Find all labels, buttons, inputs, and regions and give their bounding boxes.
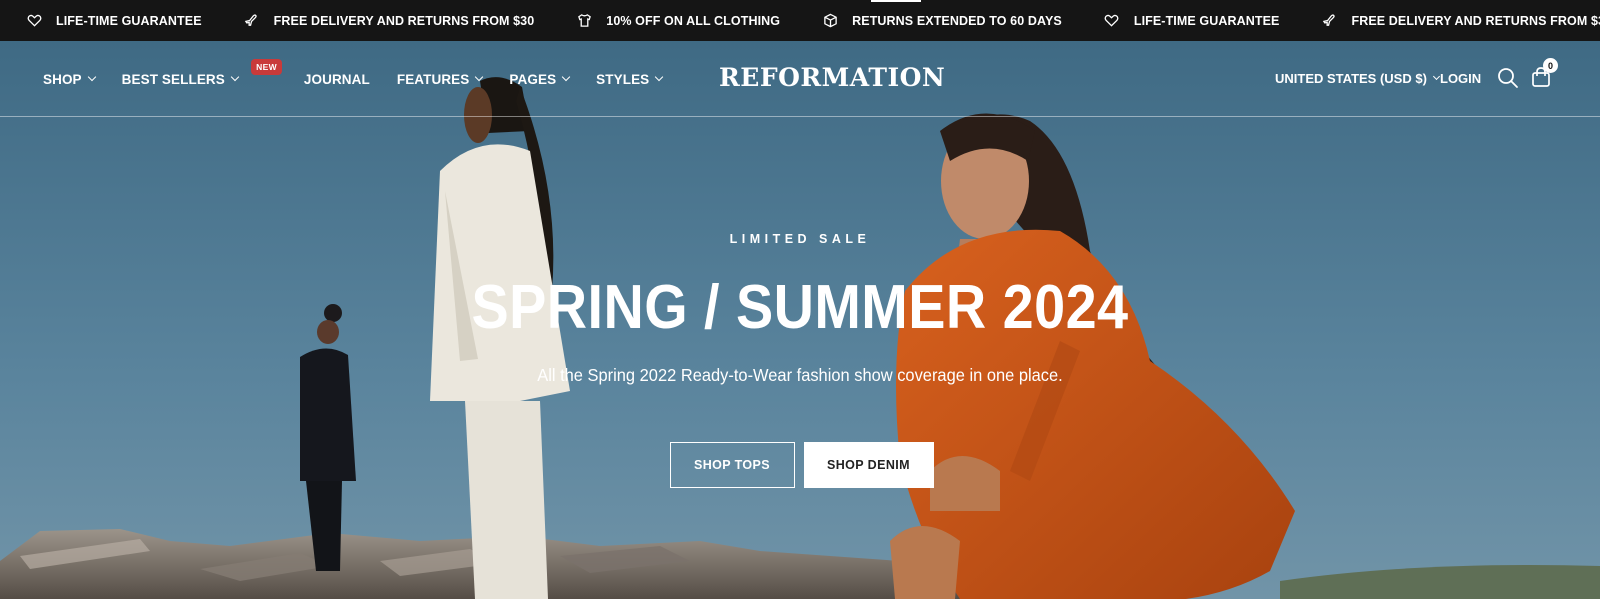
shirt-icon [576,13,592,29]
announcement-item: RETURNS EXTENDED TO 60 DAYS [822,13,1062,29]
currency-selector[interactable]: UNITED STATES (USD $) [1275,71,1440,86]
nav-styles[interactable]: STYLES [596,71,664,87]
announcement-item: LIFE-TIME GUARANTEE [26,13,202,29]
announcement-item: FREE DELIVERY AND RETURNS FROM $30 [244,13,535,29]
heart-icon [1104,13,1120,29]
hero-eyebrow: LIMITED SALE [729,232,871,246]
announcement-item: LIFE-TIME GUARANTEE [1104,13,1280,29]
box-icon [822,13,838,29]
announcement-text: 10% OFF ON ALL CLOTHING [606,13,781,28]
search-icon [1498,68,1518,88]
chevron-down-icon [475,72,484,82]
scroll-indicator [871,0,921,2]
chevron-down-icon [230,72,240,82]
hero-content: LIMITED SALE SPRING / SUMMER 2024 All th… [0,232,1600,386]
chevron-down-icon [655,72,664,82]
announcement-item: FREE DELIVERY AND RETURNS FROM $30 [1321,13,1600,29]
site-logo[interactable]: REFORMATION [719,63,945,92]
nav-journal-label: JOURNAL [303,71,370,87]
nav-best-sellers[interactable]: BEST SELLERS NEW [121,58,282,87]
nav-features-label: FEATURES [396,71,470,87]
main-nav: SHOP BEST SELLERS NEW JOURNAL FEATURES P… [43,41,689,117]
chevron-down-icon [1432,72,1440,81]
search-button[interactable] [1497,67,1519,89]
nav-features[interactable]: FEATURES [396,71,484,87]
nav-best-sellers-label: BEST SELLERS [121,71,225,87]
announcement-text: FREE DELIVERY AND RETURNS FROM $30 [273,13,535,28]
nav-pages-label: PAGES [509,71,557,87]
nav-styles-label: STYLES [596,71,650,87]
announcement-bar: LIFE-TIME GUARANTEE FREE DELIVERY AND RET… [0,0,1600,41]
announcement-track: LIFE-TIME GUARANTEE FREE DELIVERY AND RET… [26,0,1600,41]
login-link[interactable]: LOGIN [1440,71,1481,86]
cart-count-badge: 0 [1543,58,1558,73]
plane-icon [244,13,260,29]
shop-denim-button[interactable]: SHOP DENIM [803,442,934,488]
announcement-item: 10% OFF ON ALL CLOTHING [576,13,780,29]
hero-subtext: All the Spring 2022 Ready-to-Wear fashio… [537,365,1063,385]
chevron-down-icon [561,72,571,82]
nav-shop-label: SHOP [43,71,82,87]
chevron-down-icon [87,72,96,82]
nav-pages[interactable]: PAGES [509,71,571,87]
hero-headline: SPRING / SUMMER 2024 [471,273,1129,342]
announcement-text: LIFE-TIME GUARANTEE [56,13,202,28]
nav-shop[interactable]: SHOP [43,71,96,87]
announcement-text: RETURNS EXTENDED TO 60 DAYS [852,13,1062,28]
announcement-text: FREE DELIVERY AND RETURNS FROM $30 [1351,13,1600,28]
hero-buttons: SHOP TOPS SHOP DENIM [0,442,1600,488]
heart-icon [26,13,42,29]
currency-label: UNITED STATES (USD $) [1275,71,1427,86]
site-header: SHOP BEST SELLERS NEW JOURNAL FEATURES P… [0,41,1600,117]
cart-button[interactable]: 0 [1530,58,1558,88]
new-badge: NEW [251,58,282,75]
nav-journal[interactable]: JOURNAL [304,72,370,87]
plane-icon [1321,13,1337,29]
announcement-text: LIFE-TIME GUARANTEE [1133,13,1280,28]
shop-tops-button[interactable]: SHOP TOPS [669,442,795,488]
